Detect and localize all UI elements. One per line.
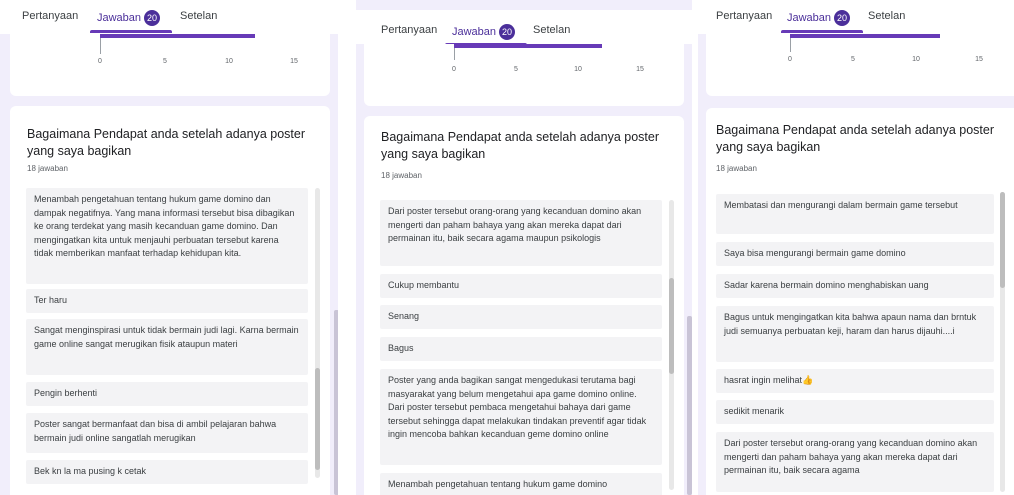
response-count: 18 jawaban [716, 164, 757, 173]
chart-bar [100, 34, 255, 38]
chart-tick: 0 [788, 56, 792, 63]
tab-responses-label: Jawaban [97, 11, 142, 24]
tab-questions[interactable]: Pertanyaan [716, 10, 772, 22]
tab-responses[interactable]: Jawaban 20 [97, 10, 161, 26]
response-item: Dari poster tersebut orang-orang yang ke… [716, 432, 994, 492]
tab-settings[interactable]: Setelan [868, 10, 905, 22]
chart-card: 0 5 10 15 [364, 44, 684, 106]
response-count-badge: 20 [499, 24, 516, 40]
chart-tick: 5 [851, 56, 855, 63]
response-item: Poster sangat bermanfaat dan bisa di amb… [26, 413, 308, 453]
response-item: Membatasi dan mengurangi dalam bermain g… [716, 194, 994, 234]
panel-1: Pertanyaan Jawaban 20 Setelan 0 5 10 15 B… [0, 0, 338, 495]
question-title: Bagaimana Pendapat anda setelah adanya p… [381, 130, 659, 161]
response-item: Pengin berhenti [26, 382, 308, 406]
tab-responses[interactable]: Jawaban 20 [452, 24, 516, 40]
response-item: hasrat ingin melihat👍 [716, 369, 994, 393]
question-card: Bagaimana Pendapat anda setelah adanya p… [364, 116, 684, 495]
chart-tick: 10 [912, 56, 920, 63]
tab-questions[interactable]: Pertanyaan [381, 24, 437, 36]
tab-bar: Pertanyaan Jawaban 20 Setelan [0, 0, 338, 34]
tab-responses-label: Jawaban [787, 11, 832, 24]
responses-scrollbar-thumb[interactable] [315, 368, 320, 470]
question-title: Bagaimana Pendapat anda setelah adanya p… [27, 127, 305, 158]
response-item: Bagus untuk mengingatkan kita bahwa apau… [716, 306, 994, 362]
chart-tick: 15 [975, 56, 983, 63]
response-item: Senang [380, 305, 662, 329]
active-tab-indicator [781, 30, 863, 33]
response-item: Menambah pengetahuan tentang hukum game … [380, 473, 662, 495]
page-scrollbar[interactable] [687, 316, 692, 495]
response-item: Sangat menginspirasi untuk tidak bermain… [26, 319, 308, 375]
active-tab-indicator [90, 30, 172, 33]
response-item: Saya bisa mengurangi bermain game domino [716, 242, 994, 266]
question-title: Bagaimana Pendapat anda setelah adanya p… [716, 123, 994, 154]
chart-tick: 10 [574, 66, 582, 73]
chart-tick: 15 [290, 58, 298, 65]
response-item: Poster yang anda bagikan sangat mengeduk… [380, 369, 662, 465]
response-count-badge: 20 [144, 10, 161, 26]
response-item: Bagus [380, 337, 662, 361]
chart-tick: 15 [636, 66, 644, 73]
response-item: Sadar karena bermain domino menghabiskan… [716, 274, 994, 298]
chart-card: 0 5 10 15 [706, 34, 1014, 96]
response-item: sedikit menarik [716, 400, 994, 424]
tab-questions[interactable]: Pertanyaan [22, 10, 78, 22]
chart-tick: 0 [98, 58, 102, 65]
response-item: Bek kn la ma pusing k cetak [26, 460, 308, 484]
chart-tick: 0 [452, 66, 456, 73]
chart-tick: 10 [225, 58, 233, 65]
chart-bar [454, 44, 602, 48]
tab-settings[interactable]: Setelan [180, 10, 217, 22]
page-scrollbar[interactable] [334, 310, 338, 495]
tab-responses-label: Jawaban [452, 25, 497, 38]
chart-tick: 5 [514, 66, 518, 73]
panel-3: Pertanyaan Jawaban 20 Setelan 0 5 10 15 B… [698, 0, 1014, 495]
panel-2: Pertanyaan Jawaban 20 Setelan 0 5 10 15 B… [356, 0, 692, 495]
response-item: Ter haru [26, 289, 308, 313]
response-count: 18 jawaban [27, 164, 68, 173]
response-item: Dari poster tersebut orang-orang yang ke… [380, 200, 662, 266]
responses-scrollbar-thumb[interactable] [1000, 192, 1005, 288]
question-card: Bagaimana Pendapat anda setelah adanya p… [706, 108, 1014, 495]
response-item: Cukup membantu [380, 274, 662, 298]
chart-bar [790, 34, 940, 38]
tab-settings[interactable]: Setelan [533, 24, 570, 36]
tab-bar: Pertanyaan Jawaban 20 Setelan [356, 10, 692, 46]
response-item: Menambah pengetahuan tentang hukum game … [26, 188, 308, 284]
tab-bar: Pertanyaan Jawaban 20 Setelan [698, 0, 1014, 34]
responses-scrollbar-thumb[interactable] [669, 278, 674, 374]
response-count: 18 jawaban [381, 171, 422, 180]
question-card: Bagaimana Pendapat anda setelah adanya p… [10, 106, 330, 495]
tab-responses[interactable]: Jawaban 20 [787, 10, 851, 26]
response-count-badge: 20 [834, 10, 851, 26]
chart-tick: 5 [163, 58, 167, 65]
chart-card: 0 5 10 15 [10, 34, 330, 96]
